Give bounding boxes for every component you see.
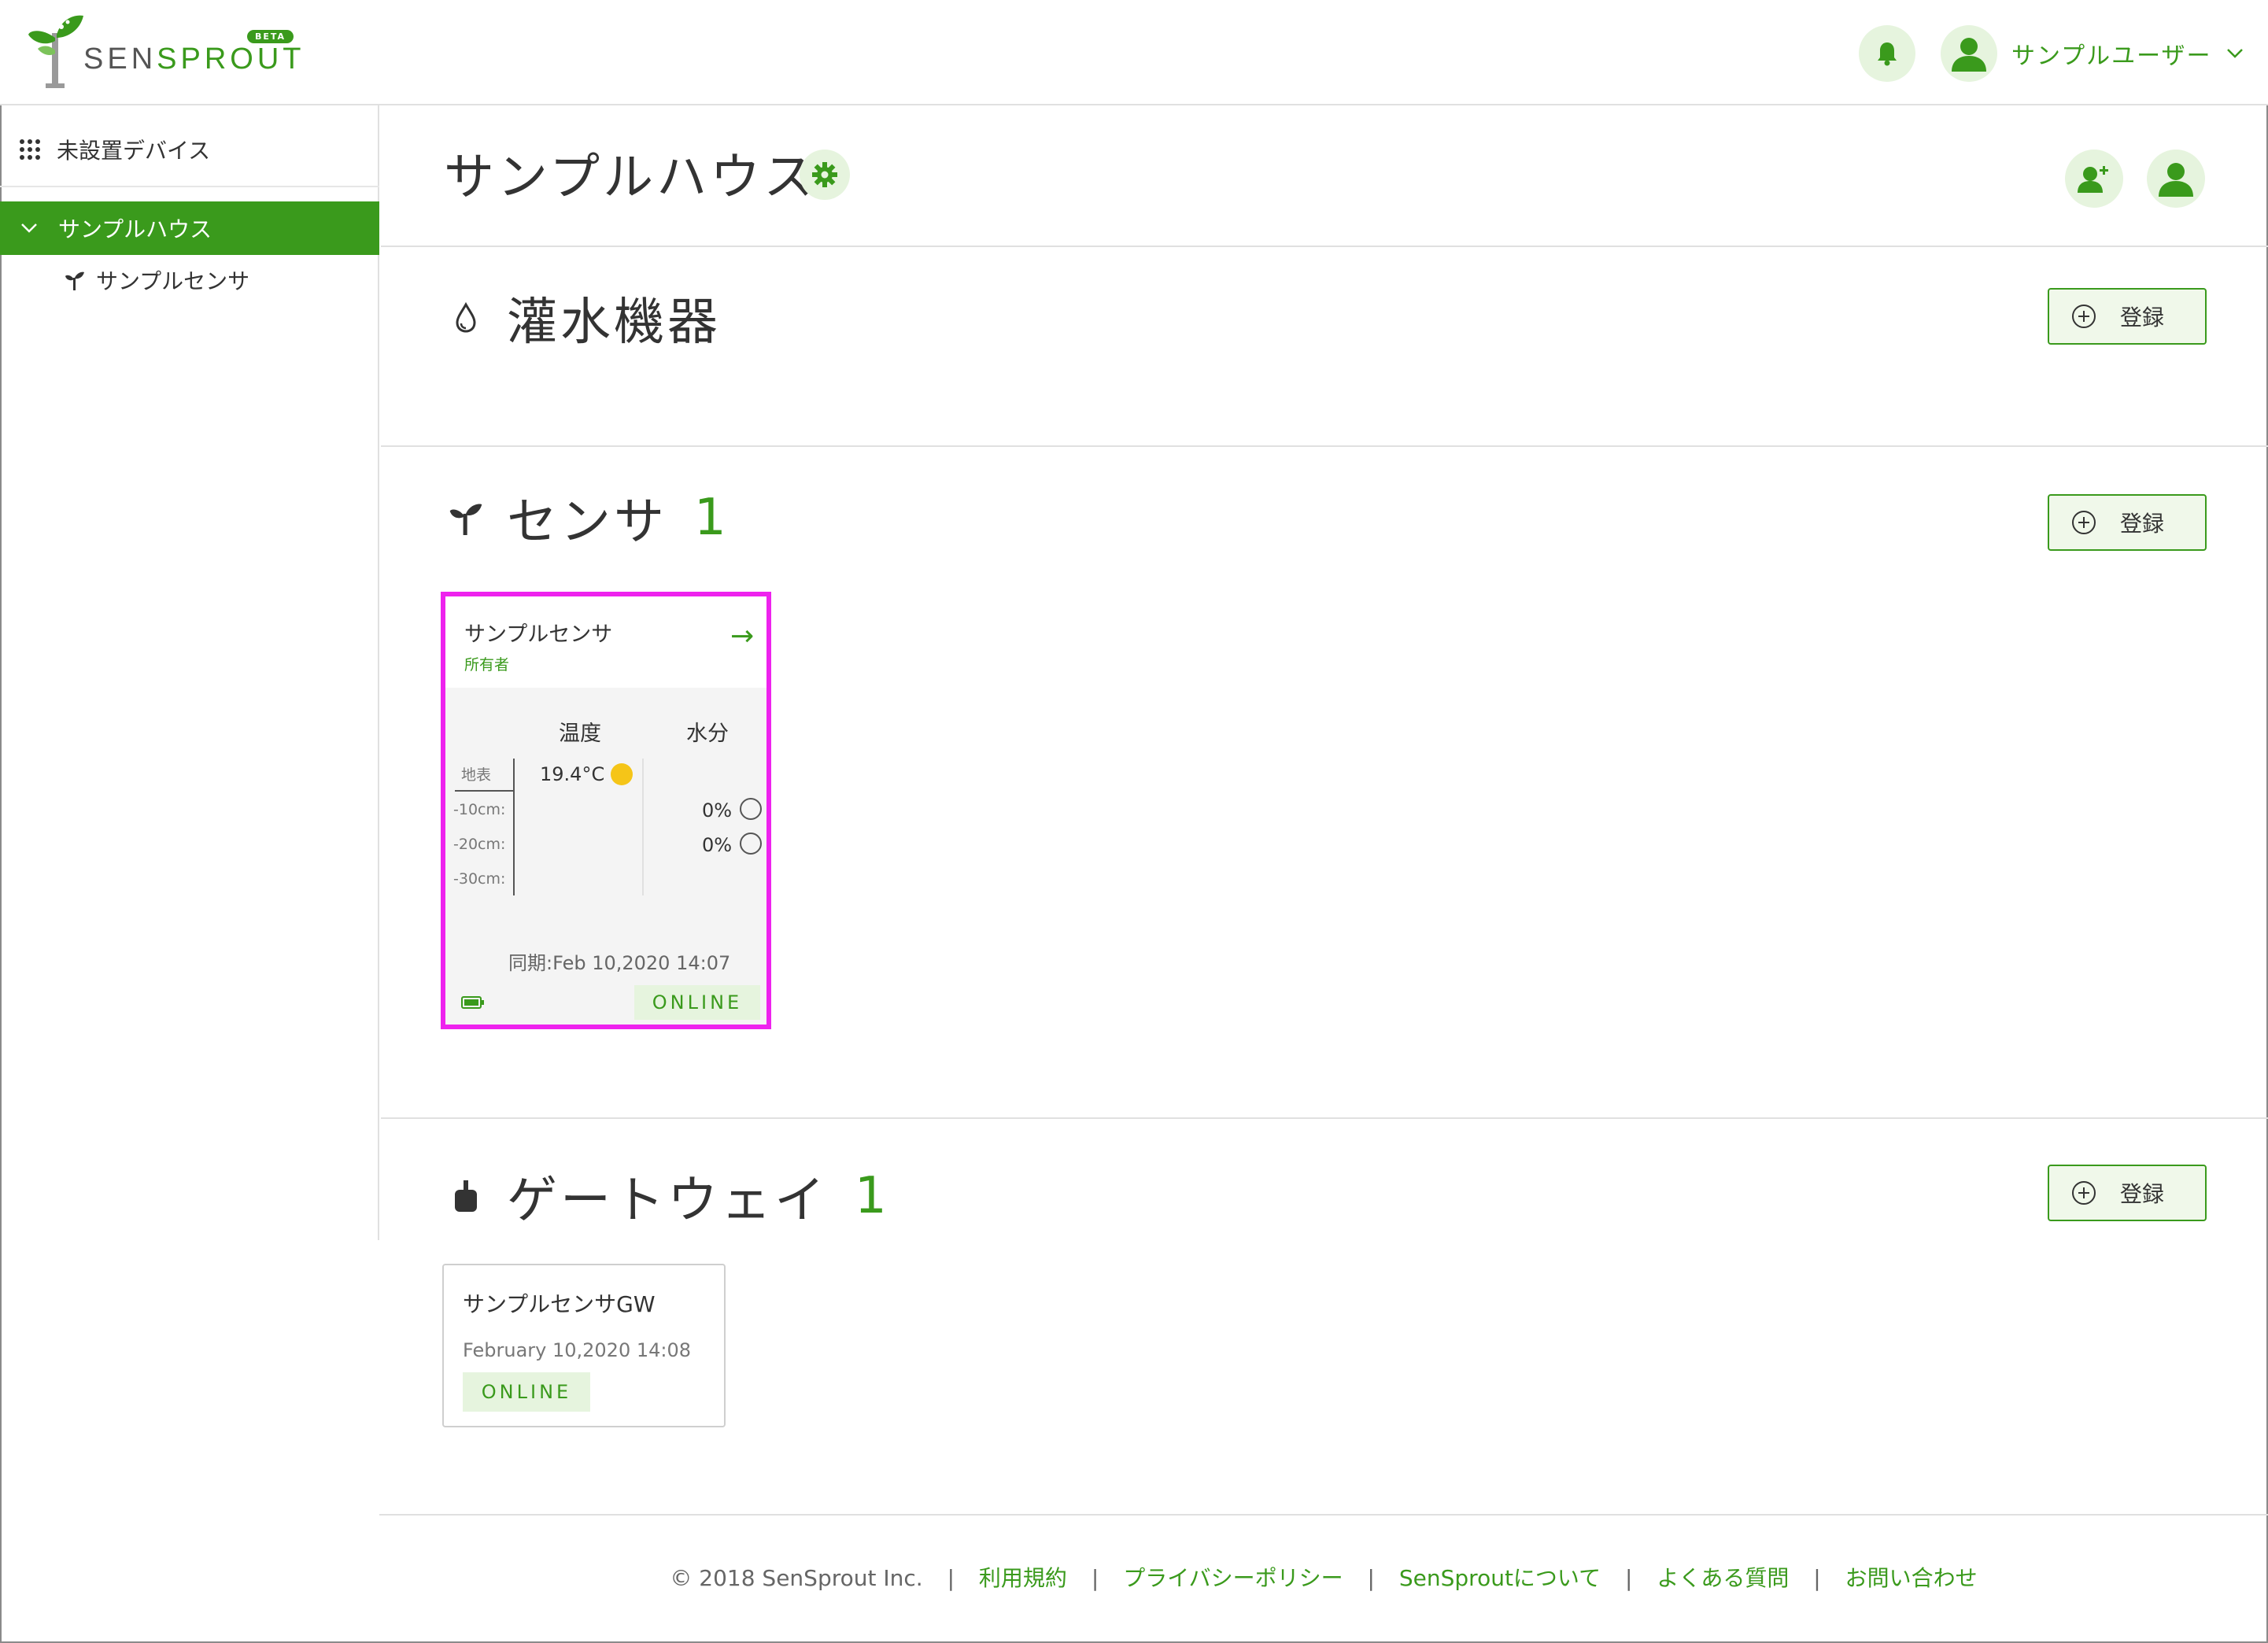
table-divider <box>642 759 644 895</box>
gateway-count: 1 <box>855 1167 890 1225</box>
tree-logo-icon <box>28 15 83 88</box>
temperature-indicator-dot <box>611 763 633 785</box>
gateway-name: サンプルセンサGW <box>463 1291 656 1317</box>
plus-circle-icon <box>2072 511 2096 534</box>
add-user-icon <box>2078 166 2108 193</box>
sprout-icon <box>65 271 84 290</box>
sensor-status-badge: ONLINE <box>634 985 760 1020</box>
sensor-readings: 温度 水分 地表 -10cm: -20cm: -30cm: 19.4°C 0% … <box>445 688 766 1025</box>
footer-link-privacy[interactable]: プライバシーポリシー <box>1123 1565 1343 1591</box>
water-drop-icon <box>456 302 476 333</box>
footer-divider <box>379 1514 2268 1516</box>
plus-circle-icon <box>2072 305 2096 328</box>
row-label-surface: 地表 <box>461 766 492 784</box>
table-divider <box>513 759 515 895</box>
top-header: SENSPROUT BETA サンプルユーザー <box>0 0 2268 105</box>
register-label: 登録 <box>2120 1181 2165 1207</box>
page-title: サンプルハウス <box>444 149 818 207</box>
footer-link-terms[interactable]: 利用規約 <box>979 1565 1067 1591</box>
gateway-section-title: ゲートウェイ 1 <box>449 1160 890 1232</box>
logo-text: SENSPROUT <box>83 42 305 76</box>
row-label-20cm: -20cm: <box>453 836 506 853</box>
beta-badge: BETA <box>247 30 294 43</box>
sidebar: 未設置デバイス サンプルハウス サンプルセンサ <box>0 105 379 1240</box>
section-title-text: 灌水機器 <box>507 294 721 352</box>
temperature-header: 温度 <box>559 722 601 746</box>
bell-icon <box>1878 42 1897 66</box>
user-icon <box>2159 163 2193 197</box>
add-user-button[interactable] <box>2065 150 2123 208</box>
house-settings-button[interactable] <box>800 150 850 200</box>
irrigation-section: 灌水機器 登録 <box>381 249 2268 447</box>
sidebar-item-label: サンプルセンサ <box>96 268 250 294</box>
moisture-20cm-value: 0% <box>702 834 733 856</box>
sidebar-item-label: 未設置デバイス <box>57 138 211 164</box>
register-sensor-button[interactable]: 登録 <box>2048 494 2207 551</box>
moisture-header: 水分 <box>686 722 729 746</box>
footer-separator: | <box>1367 1565 1375 1591</box>
house-header: サンプルハウス <box>381 105 2268 247</box>
section-title-text: センサ <box>507 493 667 552</box>
footer-separator: | <box>1091 1565 1099 1591</box>
sync-timestamp: 同期:Feb 10,2020 14:07 <box>508 952 731 974</box>
register-label: 登録 <box>2120 305 2165 330</box>
footer: © 2018 SenSprout Inc. | 利用規約 | プライバシーポリシ… <box>0 1561 2268 1593</box>
moisture-indicator-empty <box>740 833 762 855</box>
plus-circle-icon <box>2072 1181 2096 1205</box>
sidebar-item-unset-devices[interactable]: 未設置デバイス <box>19 134 210 165</box>
sprout-icon <box>449 504 482 535</box>
footer-link-about[interactable]: SenSproutについて <box>1399 1565 1601 1591</box>
sidebar-divider <box>0 186 379 187</box>
table-divider <box>455 790 515 792</box>
user-avatar <box>1941 25 1997 82</box>
grid-icon <box>20 139 40 160</box>
member-avatar-button[interactable] <box>2147 150 2205 208</box>
surface-temperature-value: 19.4°C <box>540 763 605 785</box>
sensor-detail-arrow-icon[interactable]: → <box>730 620 754 652</box>
user-name: サンプルユーザー <box>2011 42 2212 70</box>
register-gateway-button[interactable]: 登録 <box>2048 1165 2207 1221</box>
gateway-status-badge: ONLINE <box>463 1372 590 1412</box>
footer-link-faq[interactable]: よくある質問 <box>1657 1565 1789 1591</box>
register-irrigation-button[interactable]: 登録 <box>2048 288 2207 345</box>
gear-icon <box>812 162 837 187</box>
section-title-text: ゲートウェイ <box>507 1172 828 1230</box>
notification-button[interactable] <box>1859 25 1915 82</box>
row-label-10cm: -10cm: <box>453 801 506 818</box>
chevron-down-icon <box>2226 49 2243 58</box>
sidebar-item-house[interactable]: サンプルハウス <box>0 201 379 255</box>
chevron-down-icon <box>21 223 37 233</box>
sidebar-item-sensor[interactable]: サンプルセンサ <box>65 260 249 301</box>
gateway-device-icon <box>455 1180 477 1212</box>
footer-separator: | <box>1625 1565 1633 1591</box>
user-icon <box>1952 38 1986 72</box>
copyright: © 2018 SenSprout Inc. <box>670 1565 923 1591</box>
register-label: 登録 <box>2120 511 2165 537</box>
moisture-indicator-empty <box>740 798 762 820</box>
moisture-10cm-value: 0% <box>702 799 733 822</box>
sensor-role: 所有者 <box>464 656 510 674</box>
footer-separator: | <box>1813 1565 1821 1591</box>
user-menu[interactable]: サンプルユーザー <box>1941 22 2244 85</box>
sidebar-item-label: サンプルハウス <box>58 216 212 242</box>
sensprout-logo[interactable]: SENSPROUT BETA <box>28 11 301 90</box>
sensor-count: 1 <box>694 489 730 547</box>
sensor-card[interactable]: サンプルセンサ 所有者 → 温度 水分 地表 -10cm: -20cm: -30… <box>441 592 771 1029</box>
gateway-card[interactable]: サンプルセンサGW February 10,2020 14:08 ONLINE <box>442 1264 726 1427</box>
row-label-30cm: -30cm: <box>453 870 506 888</box>
irrigation-section-title: 灌水機器 <box>449 282 721 354</box>
battery-icon <box>461 996 484 1009</box>
gateway-timestamp: February 10,2020 14:08 <box>463 1339 692 1361</box>
sensor-section-title: センサ 1 <box>449 482 730 554</box>
footer-link-contact[interactable]: お問い合わせ <box>1845 1565 1978 1591</box>
footer-separator: | <box>947 1565 955 1591</box>
sensor-name: サンプルセンサ <box>464 622 613 647</box>
